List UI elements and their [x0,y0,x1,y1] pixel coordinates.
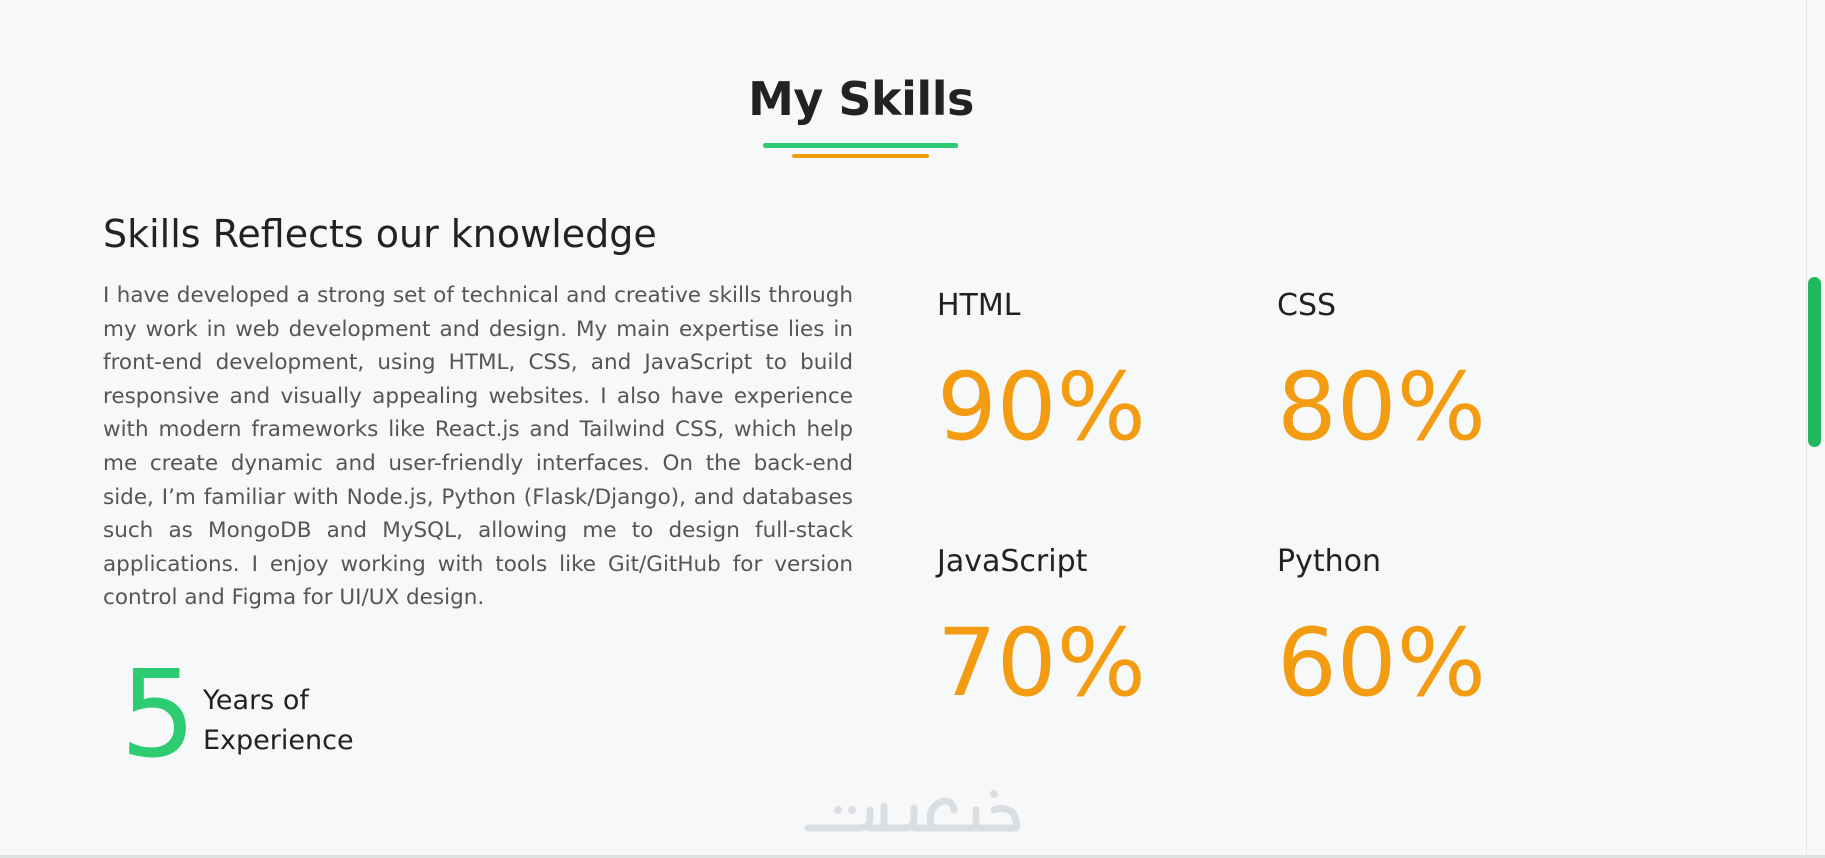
skill-name: JavaScript [937,544,1088,579]
skill-javascript: JavaScript 70% [937,547,1237,711]
skill-percent: 60% [1277,609,1486,718]
skill-name: CSS [1277,288,1337,323]
skill-python: Python 60% [1277,547,1577,711]
skill-html: HTML 90% [937,291,1237,455]
skill-percent: 90% [937,353,1146,462]
skill-name: Python [1277,544,1381,579]
title-underline-secondary [792,154,929,158]
about-paragraph: I have developed a strong set of technic… [103,283,853,611]
scrollbar-thumb[interactable] [1808,277,1821,447]
section-title: My Skills [748,72,974,126]
about-heading: Skills Reflects our knowledge [103,212,657,256]
skill-name: HTML [937,288,1021,323]
experience-number: 5 [120,646,197,785]
skill-percent: 80% [1277,353,1486,462]
skill-css: CSS 80% [1277,291,1577,455]
experience-label: Years of Experience [203,685,354,756]
title-underline-primary [763,143,958,148]
skill-percent: 70% [937,609,1146,718]
watermark-logo [804,790,1020,832]
